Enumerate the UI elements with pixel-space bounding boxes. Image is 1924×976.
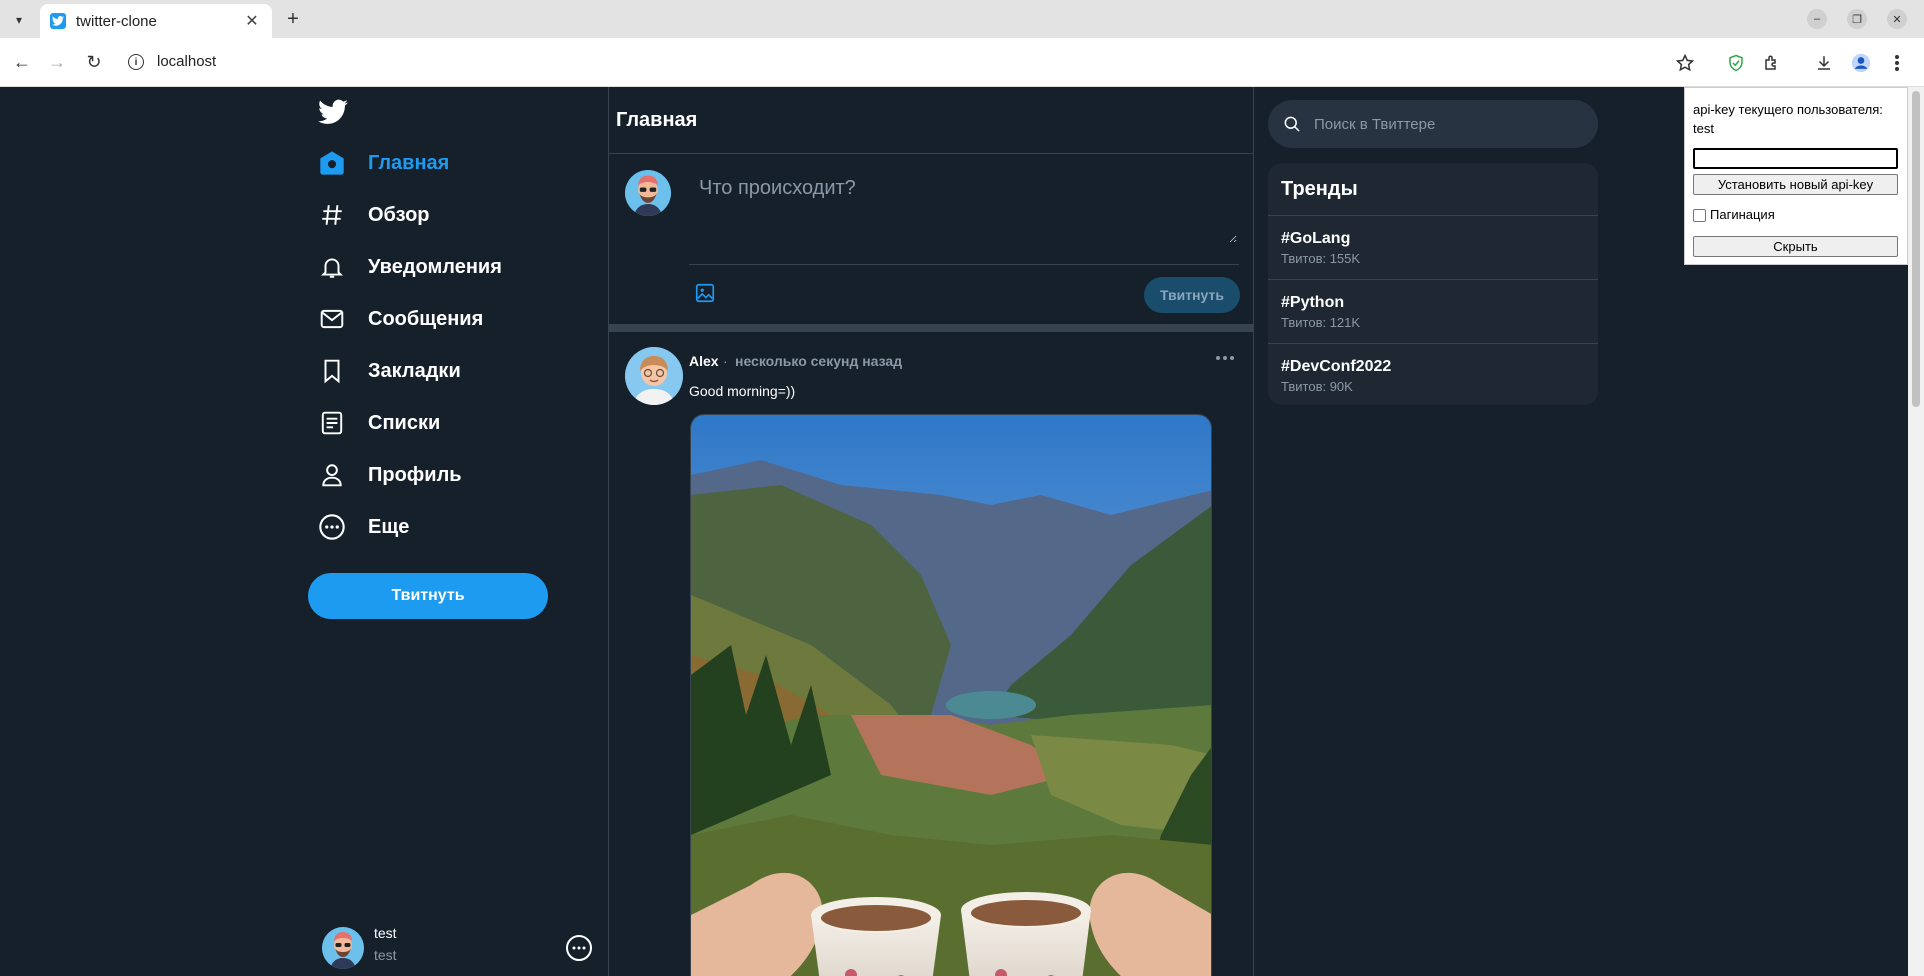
home-icon — [318, 149, 346, 177]
trends-title: Тренды — [1281, 178, 1358, 200]
new-tab-icon[interactable]: + — [282, 8, 304, 30]
sidebar-item-home[interactable]: Главная — [318, 143, 449, 183]
sidebar-item-label: Сообщения — [368, 307, 484, 330]
sidebar-item-explore[interactable]: Обзор — [318, 195, 430, 235]
shield-extension-icon[interactable] — [1724, 51, 1748, 75]
page-scrollbar[interactable] — [1908, 87, 1924, 976]
trend-tag: #DevConf2022 — [1281, 358, 1392, 375]
post-image[interactable] — [690, 414, 1212, 976]
list-icon — [318, 409, 346, 437]
feed-separator — [609, 324, 1253, 332]
back-icon[interactable]: ← — [10, 50, 34, 74]
image-upload-icon[interactable] — [693, 281, 717, 305]
pagination-label[interactable]: Пагинация — [1710, 207, 1775, 222]
account-switcher[interactable]: test test — [322, 919, 602, 969]
sidebar-item-label: Еще — [368, 515, 410, 538]
page-title: Главная — [616, 109, 698, 131]
close-window-icon[interactable]: ✕ — [1887, 9, 1907, 29]
bookmark-icon — [318, 357, 346, 385]
avatar[interactable] — [625, 347, 683, 405]
browser-tab[interactable]: twitter-clone ✕ — [40, 4, 272, 38]
tab-title: twitter-clone — [76, 12, 157, 30]
sidebar-item-more[interactable]: Еще — [318, 507, 409, 547]
post-separator: · — [723, 353, 728, 369]
post-author[interactable]: Alex — [689, 353, 719, 369]
trend-item[interactable]: #GoLang Твитов: 155K — [1268, 215, 1598, 279]
sidebar-item-label: Главная — [368, 151, 450, 174]
browser-tab-bar: ▾ twitter-clone ✕ + – ❐ ✕ — [0, 0, 1924, 38]
trends-panel: Тренды #GoLang Твитов: 155K #Python Твит… — [1268, 163, 1598, 405]
avatar — [625, 170, 671, 216]
sidebar-item-notifications[interactable]: Уведомления — [318, 247, 502, 287]
downloads-icon[interactable] — [1812, 51, 1836, 75]
url-bar[interactable]: localhost — [157, 53, 216, 70]
main-header: Главная — [609, 87, 1253, 154]
restore-icon[interactable]: ❐ — [1847, 9, 1867, 29]
trend-tag: #Python — [1281, 294, 1345, 311]
main-column: Главная Твитнуть — [608, 87, 1254, 976]
pagination-checkbox[interactable] — [1693, 209, 1706, 222]
sidebar-item-label: Профиль — [368, 463, 462, 486]
apikey-panel: api-key текущего пользователя: test Уста… — [1684, 87, 1908, 265]
forward-icon[interactable]: → — [45, 50, 69, 74]
trend-tag: #GoLang — [1281, 230, 1351, 247]
browser-toolbar: ← → ↻ i localhost — [0, 38, 1924, 87]
set-apikey-button[interactable]: Установить новый api-key — [1693, 174, 1898, 195]
sidebar-item-lists[interactable]: Списки — [318, 403, 440, 443]
twitter-logo-icon[interactable] — [318, 99, 348, 125]
trend-count: Твитов: 90K — [1281, 379, 1353, 394]
site-info-icon[interactable]: i — [128, 54, 144, 70]
tab-search-dropdown-icon[interactable]: ▾ — [8, 9, 30, 31]
account-handle: test — [374, 947, 397, 963]
search-input[interactable] — [1314, 100, 1584, 148]
hide-panel-button[interactable]: Скрыть — [1693, 236, 1898, 257]
trend-item[interactable]: #Python Твитов: 121K — [1268, 279, 1598, 343]
sidebar-item-profile[interactable]: Профиль — [318, 455, 462, 495]
composer-divider — [689, 264, 1239, 265]
compose-tweet-button[interactable]: Твитнуть — [1144, 277, 1240, 313]
bell-icon — [318, 253, 346, 281]
more-circle-icon — [318, 513, 346, 541]
tab-close-icon[interactable]: ✕ — [242, 11, 262, 31]
sidebar-item-bookmarks[interactable]: Закладки — [318, 351, 461, 391]
twitter-favicon-icon — [50, 13, 66, 29]
post-text: Good morning=)) — [689, 383, 796, 399]
search-icon — [1282, 114, 1302, 134]
apikey-input[interactable] — [1693, 148, 1898, 169]
page: Главная Обзор Уведомления Сообщения Закл… — [0, 87, 1908, 976]
sidebar-item-messages[interactable]: Сообщения — [318, 299, 483, 339]
search-box[interactable] — [1268, 100, 1598, 148]
apikey-label: api-key текущего пользователя: test — [1693, 102, 1883, 136]
post-more-icon[interactable] — [1213, 349, 1237, 367]
scrollbar-thumb[interactable] — [1912, 91, 1920, 407]
profile-icon — [318, 461, 346, 489]
account-more-icon[interactable] — [566, 935, 592, 961]
trend-item[interactable]: #DevConf2022 Твитов: 90K — [1268, 343, 1598, 405]
profile-avatar-icon[interactable] — [1849, 51, 1873, 75]
hashtag-icon — [318, 201, 346, 229]
post-timestamp: несколько секунд назад — [735, 353, 903, 369]
mail-icon — [318, 305, 346, 333]
trend-count: Твитов: 155K — [1281, 251, 1361, 266]
sidebar-tweet-button[interactable]: Твитнуть — [308, 573, 548, 619]
sidebar-item-label: Списки — [368, 411, 441, 434]
sidebar-item-label: Обзор — [368, 203, 430, 226]
sidebar-item-label: Закладки — [368, 359, 461, 382]
tweet-compose-input[interactable] — [689, 167, 1237, 243]
reload-icon[interactable]: ↻ — [82, 50, 106, 74]
sidebar-item-label: Уведомления — [368, 255, 502, 278]
minimize-icon[interactable]: – — [1807, 9, 1827, 29]
browser-menu-icon[interactable] — [1885, 51, 1909, 75]
extensions-puzzle-icon[interactable] — [1760, 51, 1784, 75]
trend-count: Твитов: 121K — [1281, 315, 1361, 330]
account-name: test — [374, 925, 397, 941]
avatar — [322, 927, 364, 969]
bookmark-star-icon[interactable] — [1673, 51, 1697, 75]
